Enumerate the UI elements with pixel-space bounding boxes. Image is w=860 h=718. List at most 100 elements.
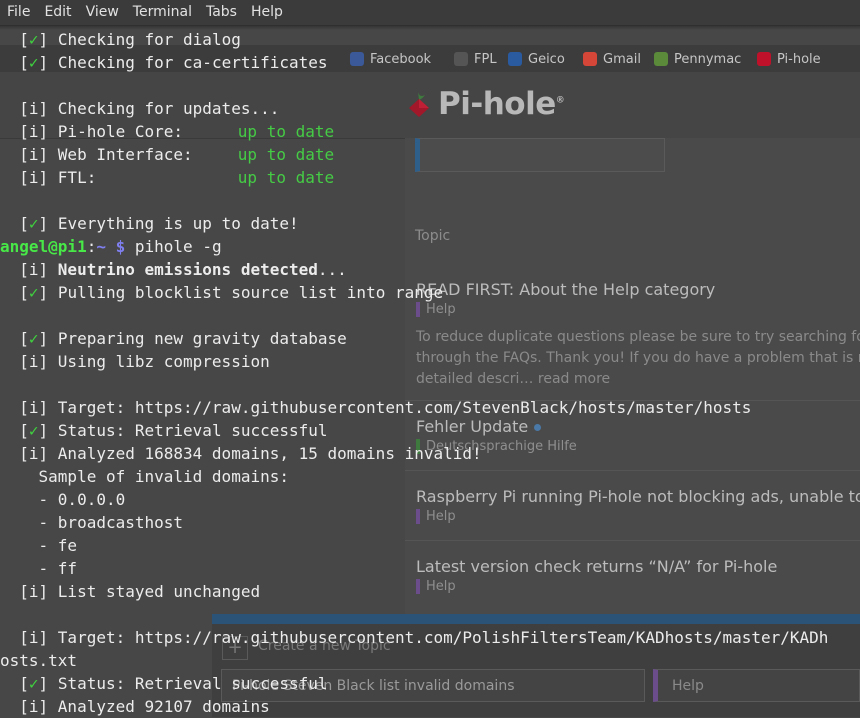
checkmark-icon: ✓	[28, 674, 39, 693]
terminal-line-text: - 0.0.0.0	[0, 488, 126, 511]
line-text: Using libz compression	[57, 352, 270, 371]
bookmark-label: Geico	[528, 51, 565, 67]
pihole-icon	[757, 52, 771, 66]
checkmark-icon: ✓	[28, 283, 39, 302]
line-text: Preparing new gravity database	[57, 329, 347, 348]
menu-view[interactable]: View	[79, 0, 126, 25]
line-emphasis: Neutrino emissions detected	[57, 260, 318, 279]
line-text: Status: Retrieval successful	[57, 674, 328, 693]
composer-grip[interactable]	[212, 614, 860, 624]
terminal-menubar: File Edit View Terminal Tabs Help	[0, 0, 860, 26]
category-color-chip	[416, 302, 420, 317]
checkmark-icon: ✓	[28, 421, 39, 440]
line-text: ...	[317, 260, 347, 279]
category-label: Help	[426, 302, 456, 317]
pennymac-icon	[654, 52, 668, 66]
component-label: Pi-hole Core:	[57, 122, 184, 141]
terminal-line-success: [✓] Everything is up to date!	[0, 214, 299, 233]
topic-category-badge[interactable]: Help	[416, 579, 456, 594]
line-text: - ff	[0, 559, 78, 578]
terminal-line-text: Sample of invalid domains:	[0, 465, 289, 488]
terminal-line-version-status: [i] FTL: up to date	[0, 168, 335, 187]
topic-title-link[interactable]: Latest version check returns “N/A” for P…	[416, 557, 777, 576]
topic-excerpt-line: To reduce duplicate questions please be …	[416, 329, 860, 345]
terminal-line-success: [✓] Checking for ca-certificates	[0, 53, 328, 72]
terminal-line-version-status: [i] Pi-hole Core: up to date	[0, 122, 335, 141]
terminal-line-info: [i] Analyzed 168834 domains, 15 domains …	[0, 444, 482, 463]
geico-icon	[508, 52, 522, 66]
menu-terminal[interactable]: Terminal	[126, 0, 199, 25]
bookmark-label: Pennymac	[674, 51, 742, 67]
checkmark-icon: ✓	[28, 30, 39, 49]
bookmark-label: FPL	[474, 51, 497, 67]
terminal-line-info: [i] Analyzed 92107 domains	[0, 697, 270, 716]
terminal-line-text: - fe	[0, 534, 78, 557]
forum-search-input[interactable]	[415, 138, 665, 172]
terminal-line-success: [✓] Checking for dialog	[0, 30, 241, 49]
component-label: FTL:	[57, 168, 97, 187]
menu-tabs[interactable]: Tabs	[199, 0, 244, 25]
line-text: Sample of invalid domains:	[0, 467, 289, 486]
terminal-line-info: [i] List stayed unchanged	[0, 582, 261, 601]
bookmark-label: Pi-hole	[777, 51, 821, 67]
bookmark-pennymac[interactable]: Pennymac	[654, 49, 741, 69]
topic-category-badge[interactable]: Help	[416, 302, 456, 317]
line-text: - 0.0.0.0	[0, 490, 126, 509]
gmail-icon	[583, 52, 597, 66]
terminal-line-info: [i] Target: https://raw.githubuserconten…	[0, 398, 752, 417]
line-text: Analyzed 92107 domains	[57, 697, 270, 716]
bookmark-facebook[interactable]: Facebook	[350, 49, 431, 69]
line-text: Checking for updates...	[57, 99, 280, 118]
terminal-line-version-status: [i] Web Interface: up to date	[0, 145, 335, 164]
bookmark-label: Facebook	[370, 51, 432, 67]
topic-category-badge[interactable]: Help	[416, 509, 456, 524]
prompt-user-host: angel@pi1	[0, 237, 87, 256]
terminal-line-info: [i] Neutrino emissions detected...	[0, 260, 347, 279]
terminal-line-info: [i] Using libz compression	[0, 352, 270, 371]
status-value: up to date	[237, 168, 335, 187]
topic-title-link[interactable]: READ FIRST: About the Help category	[416, 280, 715, 299]
terminal-line-success: [✓] Preparing new gravity database	[0, 329, 347, 348]
topic-column-header: Topic	[415, 228, 451, 244]
status-value: up to date	[237, 145, 335, 164]
line-text: List stayed unchanged	[57, 582, 261, 601]
checkmark-icon: ✓	[28, 329, 39, 348]
bookmark-fpl[interactable]: FPL	[454, 49, 497, 69]
menu-file[interactable]: File	[0, 0, 37, 25]
prompt-command: pihole -g	[134, 237, 222, 256]
pihole-logo[interactable]: Pi-hole®	[404, 86, 565, 122]
topic-title-link[interactable]: Raspberry Pi running Pi-hole not blockin…	[416, 487, 860, 506]
topic-excerpt-line: detailed descri… read more	[416, 371, 611, 387]
topic-divider	[405, 470, 860, 471]
category-color-chip	[416, 509, 420, 524]
menu-help[interactable]: Help	[244, 0, 290, 25]
bookmark-gmail[interactable]: Gmail	[583, 49, 641, 69]
topic-divider	[405, 540, 860, 541]
prompt-symbol: $	[105, 237, 135, 256]
line-text: Checking for dialog	[57, 30, 241, 49]
terminal-line-text: osts.txt	[0, 649, 77, 672]
topic-excerpt-line: through the FAQs. Thank you! If you do h…	[416, 350, 860, 366]
logo-text: Pi-hole®	[438, 86, 565, 122]
terminal-line-text: - ff	[0, 557, 78, 580]
category-label: Help	[426, 509, 456, 524]
prompt-path: ~	[96, 237, 106, 256]
line-text: Target: https://raw.githubusercontent.co…	[57, 398, 752, 417]
category-select[interactable]: Help	[653, 669, 860, 702]
line-text: Analyzed 168834 domains, 15 domains inva…	[57, 444, 482, 463]
bookmark-pi-hole[interactable]: Pi-hole	[757, 49, 821, 69]
topic-title-link[interactable]: Fehler Update	[416, 417, 542, 436]
category-label: Help	[426, 579, 456, 594]
facebook-icon	[350, 52, 364, 66]
category-color-chip	[416, 579, 420, 594]
status-value: up to date	[237, 122, 335, 141]
fpl-icon	[454, 52, 468, 66]
bookmark-geico[interactable]: Geico	[508, 49, 565, 69]
unread-dot-icon	[534, 424, 542, 431]
registered-mark: ®	[555, 95, 565, 106]
terminal-line-info: [i] Target: https://raw.githubuserconten…	[0, 628, 829, 647]
component-label: Web Interface:	[57, 145, 193, 164]
line-text: Everything is up to date!	[57, 214, 299, 233]
line-text: - fe	[0, 536, 78, 555]
menu-edit[interactable]: Edit	[37, 0, 78, 25]
